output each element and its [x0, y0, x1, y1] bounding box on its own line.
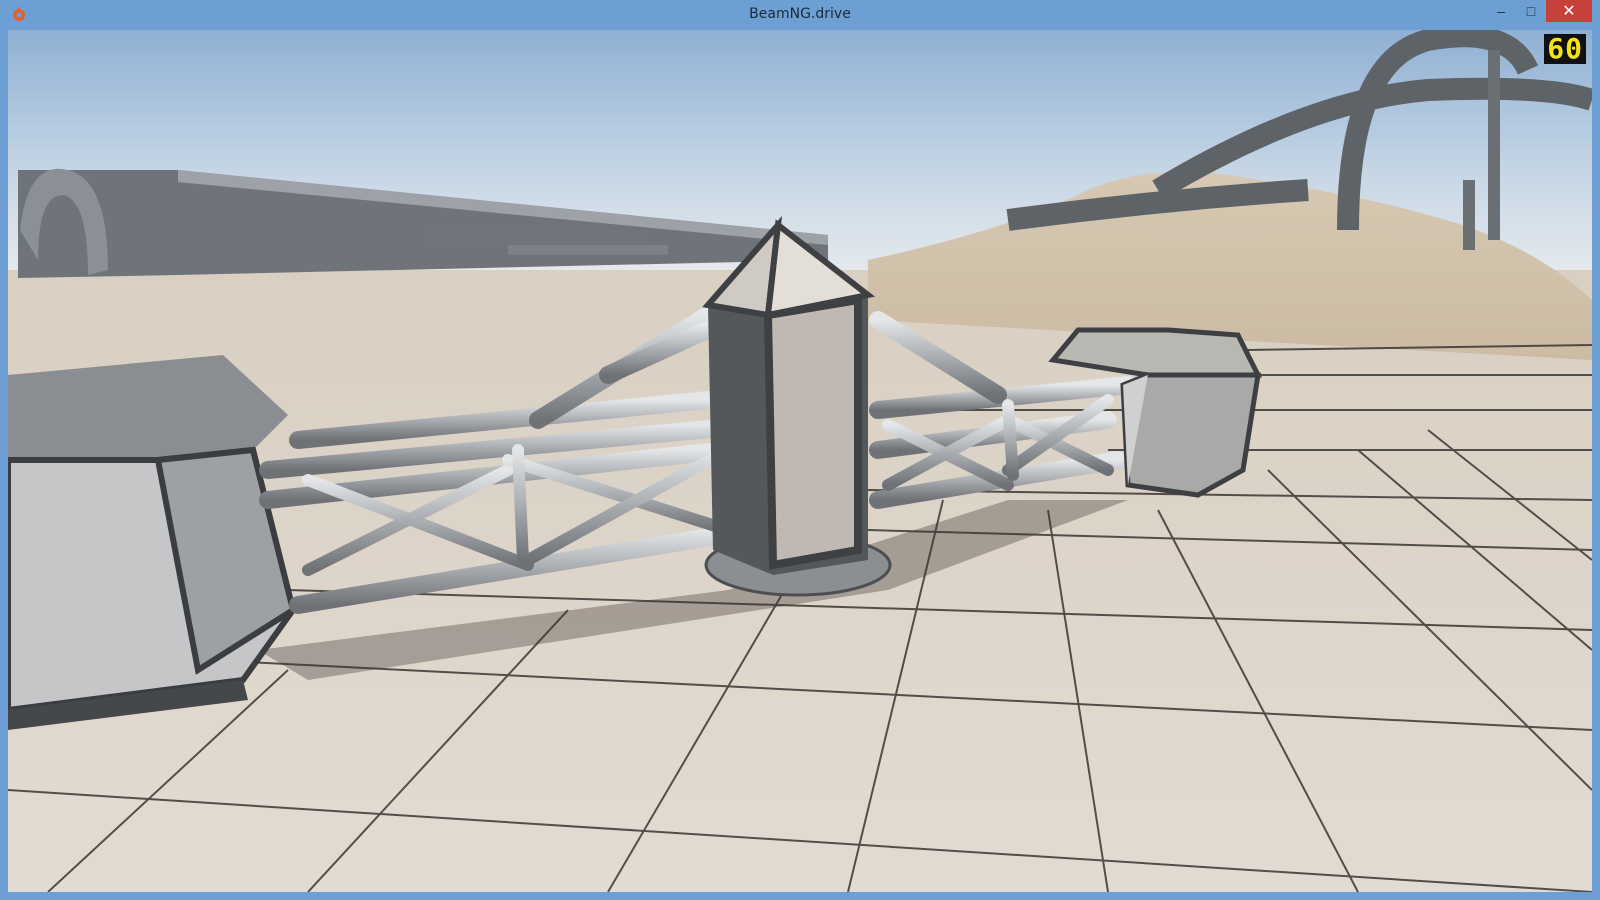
window-title: BeamNG.drive: [749, 6, 851, 22]
left-block: [8, 355, 297, 730]
game-viewport[interactable]: 60: [8, 30, 1592, 892]
close-icon[interactable]: ✕: [1546, 0, 1592, 22]
fps-counter: 60: [1544, 34, 1586, 64]
minimize-icon[interactable]: –: [1486, 0, 1516, 22]
ramp-support: [1463, 180, 1475, 250]
ramp-support: [1488, 50, 1500, 240]
title-bar[interactable]: BeamNG.drive – □ ✕: [0, 0, 1600, 30]
window-controls: – □ ✕: [1486, 0, 1592, 24]
app-window: BeamNG.drive – □ ✕ 60: [0, 0, 1600, 900]
game-scene: [8, 30, 1592, 892]
maximize-icon[interactable]: □: [1516, 0, 1546, 22]
